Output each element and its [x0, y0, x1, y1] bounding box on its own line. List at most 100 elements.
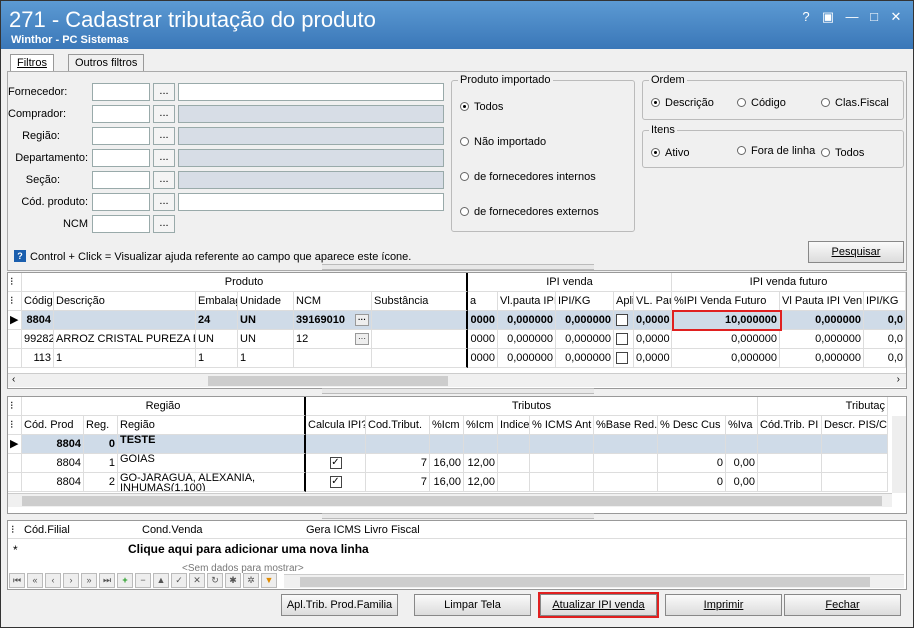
comprador-lookup-button[interactable]: ...: [153, 105, 175, 123]
grid2-cell[interactable]: [658, 435, 726, 454]
grid2-cell[interactable]: [498, 435, 530, 454]
grid2-cell[interactable]: [366, 435, 430, 454]
grid1-col-4[interactable]: NCM: [294, 292, 372, 311]
radio-nao-importado[interactable]: Não importado: [460, 136, 546, 148]
grid1-col-7[interactable]: Vl.pauta IPI: [498, 292, 556, 311]
apli-checkbox[interactable]: [614, 330, 634, 349]
fornecedor-code-input[interactable]: [92, 83, 150, 101]
navigator-next-page-icon[interactable]: »: [81, 573, 97, 588]
navigator-up-icon[interactable]: ▲: [153, 573, 169, 588]
grid1-cell[interactable]: 12 ···: [294, 330, 372, 349]
radio-todos-importado[interactable]: Todos: [460, 101, 503, 113]
grid2-cell[interactable]: [822, 454, 888, 473]
grid2-cell[interactable]: [530, 454, 594, 473]
radio-ordem-descricao[interactable]: Descrição: [651, 97, 714, 109]
navigator-last-icon[interactable]: ⏭: [99, 573, 115, 588]
scroll-thumb[interactable]: [22, 496, 882, 506]
grid2-cell[interactable]: [594, 454, 658, 473]
grid2-col-4[interactable]: Cod.Tribut.: [366, 416, 430, 435]
help-icon[interactable]: ?: [797, 9, 815, 25]
grid1-cell[interactable]: 0,000000: [556, 311, 614, 330]
grid1-cell[interactable]: 0,0: [864, 311, 906, 330]
scroll-thumb[interactable]: [208, 376, 448, 386]
tab-outros-filtros[interactable]: Outros filtros: [68, 54, 145, 72]
grid1-cell[interactable]: ARROZ CRISTAL PUREZA E: [54, 330, 196, 349]
grid1-col-10[interactable]: VL. Pau: [634, 292, 672, 311]
grid2-col-6[interactable]: %Icm: [464, 416, 498, 435]
filial-grid-hscroll[interactable]: [284, 574, 904, 588]
grid1-cell[interactable]: 0,000000: [498, 349, 556, 368]
splitter-mid[interactable]: [322, 388, 594, 394]
grid2-cell[interactable]: 12,00: [464, 473, 498, 492]
grid2-cell[interactable]: [758, 454, 822, 473]
grid2-cell[interactable]: [758, 435, 822, 454]
regiao-code-input[interactable]: [92, 127, 150, 145]
grid2-col-9[interactable]: %Base Red.: [594, 416, 658, 435]
grid2-col-0[interactable]: Cód. Prod: [22, 416, 84, 435]
navigator-prev-page-icon[interactable]: «: [27, 573, 43, 588]
navigator-cancel-icon[interactable]: ✕: [189, 573, 205, 588]
fornecedor-name-input[interactable]: [178, 83, 444, 101]
close-icon[interactable]: ✕: [887, 9, 905, 25]
regiao-lookup-button[interactable]: ...: [153, 127, 175, 145]
grid1-cell[interactable]: 0,000000: [672, 330, 780, 349]
grid2-cell[interactable]: 16,00: [430, 473, 464, 492]
minimize-icon[interactable]: —: [843, 9, 861, 25]
ncm-input[interactable]: [92, 215, 150, 233]
grid1-cell[interactable]: 24: [196, 311, 238, 330]
cod-produto-lookup-button[interactable]: ...: [153, 193, 175, 211]
grid2-cell[interactable]: 7: [366, 454, 430, 473]
grid2-col-5[interactable]: %Icm: [430, 416, 464, 435]
comprador-code-input[interactable]: [92, 105, 150, 123]
grid2-cell[interactable]: [464, 435, 498, 454]
grid1-cell[interactable]: UN: [238, 330, 294, 349]
grid2-col-10[interactable]: % Desc Cus: [658, 416, 726, 435]
maximize-icon[interactable]: □: [865, 9, 883, 25]
grid2-col-11[interactable]: %Iva: [726, 416, 758, 435]
navigator-filter-icon[interactable]: ▼: [261, 573, 277, 588]
grid1-col-8[interactable]: IPI/KG: [556, 292, 614, 311]
grid2-cell[interactable]: [498, 473, 530, 492]
grid2-cell[interactable]: [430, 435, 464, 454]
grid2-cell[interactable]: 0,00: [726, 454, 758, 473]
grid2-col-8[interactable]: % ICMS Ant: [530, 416, 594, 435]
regions-grid-hscroll[interactable]: [8, 493, 892, 507]
radio-fornecedores-externos[interactable]: de fornecedores externos: [460, 206, 599, 218]
grid2-cell[interactable]: [726, 435, 758, 454]
navigator-star-icon[interactable]: ✲: [243, 573, 259, 588]
scroll-right-icon[interactable]: ›: [897, 374, 900, 385]
navigator-first-icon[interactable]: ⏮: [9, 573, 25, 588]
grid2-cell[interactable]: [498, 454, 530, 473]
grid1-col-6[interactable]: a: [468, 292, 498, 311]
grid1-col-11[interactable]: %IPI Venda Futuro: [672, 292, 780, 311]
ncm-cell-lookup-button[interactable]: ···: [355, 314, 369, 326]
grid1-col-13[interactable]: IPI/KG: [864, 292, 906, 311]
apl-trib-prod-familia-button[interactable]: Apl.Trib. Prod.Familia: [281, 594, 398, 616]
radio-ordem-codigo[interactable]: Código: [737, 97, 786, 109]
radio-itens-ativo[interactable]: Ativo: [651, 147, 689, 159]
grid1-cell[interactable]: 0,0000: [634, 349, 672, 368]
ncm-cell-lookup-button[interactable]: ···: [355, 333, 369, 345]
grid1-cell[interactable]: [372, 330, 468, 349]
grid1-cell[interactable]: [372, 311, 468, 330]
calcula-ipi-checkbox[interactable]: ✓: [306, 454, 366, 473]
grid1-cell[interactable]: 1: [196, 349, 238, 368]
grid2-cell[interactable]: 16,00: [430, 454, 464, 473]
grid1-col-12[interactable]: Vl Pauta IPI Ven: [780, 292, 864, 311]
restore-icon[interactable]: ▣: [819, 9, 837, 25]
apli-checkbox[interactable]: [614, 311, 634, 330]
grid1-cell[interactable]: 0,000000: [780, 349, 864, 368]
grid1-cell[interactable]: [54, 311, 196, 330]
grid2-col-13[interactable]: Descr. PIS/CO: [822, 416, 888, 435]
grid1-cell[interactable]: 0000: [468, 349, 498, 368]
scroll-left-icon[interactable]: ‹: [12, 374, 15, 385]
grid1-cell[interactable]: 0000: [468, 330, 498, 349]
secao-lookup-button[interactable]: ...: [153, 171, 175, 189]
grid1-cell[interactable]: 0,000000: [498, 330, 556, 349]
grid1-cell[interactable]: 0,000000: [498, 311, 556, 330]
pesquisar-button[interactable]: Pesquisar: [808, 241, 904, 263]
departamento-lookup-button[interactable]: ...: [153, 149, 175, 167]
splitter-bottom[interactable]: [322, 513, 594, 519]
grid1-cell[interactable]: 0,000000: [780, 330, 864, 349]
produto-name-input[interactable]: [178, 193, 444, 211]
